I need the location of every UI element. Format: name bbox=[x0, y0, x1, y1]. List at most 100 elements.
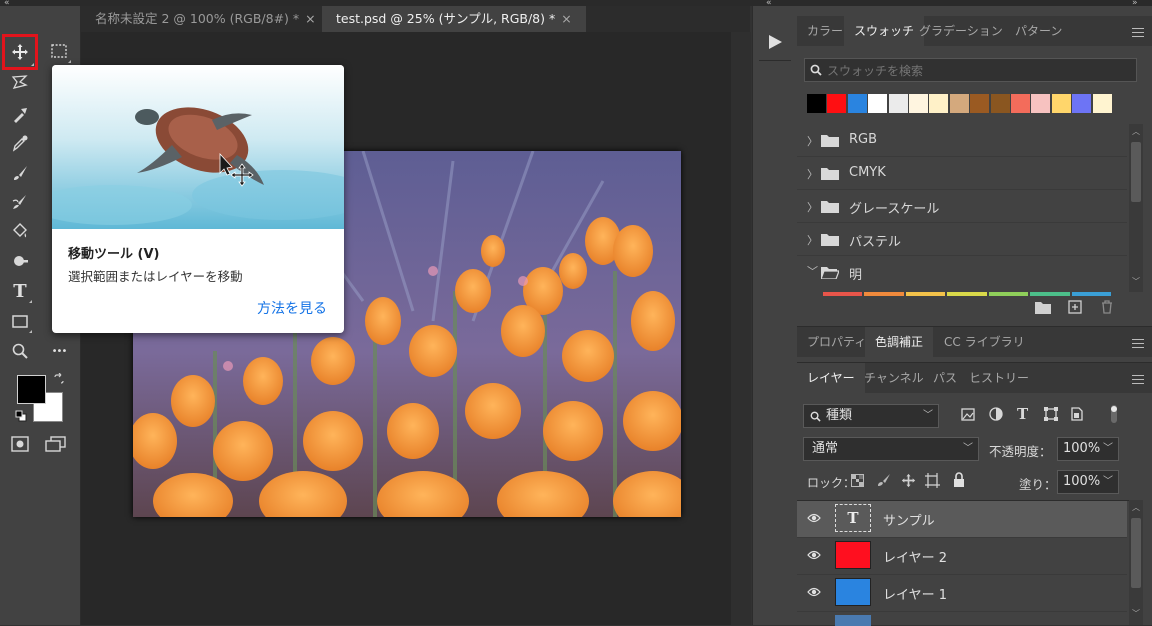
blend-mode-dropdown[interactable]: 通常 ﹀ bbox=[803, 437, 979, 461]
bright-swatch[interactable] bbox=[1030, 292, 1070, 296]
filter-pixel-icon[interactable] bbox=[961, 408, 975, 421]
opacity-field[interactable]: 100% ﹀ bbox=[1057, 437, 1119, 461]
color-swatch[interactable] bbox=[847, 94, 867, 113]
bright-swatch[interactable] bbox=[823, 292, 863, 296]
bright-swatch[interactable] bbox=[864, 292, 904, 296]
tab-close-icon[interactable]: × bbox=[305, 11, 315, 26]
rectangle-tool-button[interactable] bbox=[7, 308, 33, 334]
chevron-down-icon[interactable]: ﹀ bbox=[807, 263, 818, 279]
lock-position-icon[interactable] bbox=[901, 473, 916, 488]
eyedropper-tool-button[interactable] bbox=[7, 130, 33, 156]
tab-untitled-2[interactable]: 名称未設定 2 @ 100% (RGB/8#) * × bbox=[81, 6, 330, 32]
panel-menu-icon[interactable] bbox=[1132, 372, 1144, 387]
lock-all-icon[interactable] bbox=[953, 472, 965, 487]
canvas-scroll-gutter[interactable] bbox=[731, 32, 751, 625]
quick-select-tool-button[interactable] bbox=[7, 102, 33, 128]
scroll-down-icon[interactable]: ﹀ bbox=[1132, 276, 1140, 287]
swatch-search-input[interactable] bbox=[825, 60, 1129, 82]
new-swatch-icon[interactable] bbox=[1068, 300, 1082, 314]
filter-shape-icon[interactable] bbox=[1044, 407, 1058, 421]
dodge-tool-button[interactable] bbox=[7, 248, 33, 274]
color-swatch[interactable] bbox=[1051, 94, 1071, 113]
color-swatch[interactable] bbox=[888, 94, 908, 113]
panel-menu-icon[interactable] bbox=[1132, 336, 1144, 351]
tab-gradient[interactable]: グラデーション bbox=[909, 16, 1013, 46]
panel-menu-icon[interactable] bbox=[1132, 25, 1144, 40]
new-group-icon[interactable] bbox=[1035, 301, 1051, 314]
learn-how-link[interactable]: 方法を見る bbox=[257, 298, 327, 318]
filter-smart-object-icon[interactable] bbox=[1071, 407, 1083, 421]
chevron-right-icon[interactable]: 〉 bbox=[807, 232, 818, 248]
color-swatch[interactable] bbox=[970, 94, 990, 113]
paint-bucket-tool-button[interactable] bbox=[7, 218, 33, 244]
play-actions-icon[interactable] bbox=[766, 33, 784, 51]
color-swatch[interactable] bbox=[1072, 94, 1092, 113]
quick-mask-icon[interactable] bbox=[11, 436, 29, 452]
swap-colors-icon[interactable] bbox=[53, 373, 65, 385]
color-swatch[interactable] bbox=[1092, 94, 1112, 113]
foreground-color-swatch[interactable] bbox=[17, 375, 46, 404]
tab-test-psd[interactable]: test.psd @ 25% (サンプル, RGB/8) * × bbox=[322, 6, 586, 32]
tab-channels[interactable]: チャンネル bbox=[854, 363, 934, 393]
delete-swatch-icon[interactable] bbox=[1101, 300, 1113, 314]
color-swatch[interactable] bbox=[807, 94, 826, 113]
filter-toggle-icon[interactable] bbox=[1109, 404, 1119, 424]
lock-pixels-icon[interactable] bbox=[877, 473, 891, 487]
fill-field[interactable]: 100% ﹀ bbox=[1057, 470, 1119, 494]
bright-swatch[interactable] bbox=[1071, 292, 1111, 296]
scroll-up-icon[interactable]: ︿ bbox=[1132, 502, 1140, 513]
color-swatch[interactable] bbox=[1011, 94, 1030, 113]
text-tool-button[interactable]: T bbox=[7, 278, 33, 304]
tab-adjustments[interactable]: 色調補正 bbox=[865, 327, 934, 357]
default-colors-icon[interactable] bbox=[15, 410, 27, 422]
layer-row-background[interactable] bbox=[797, 612, 1127, 626]
stamp-tool-button[interactable] bbox=[7, 189, 33, 215]
move-tool-button[interactable] bbox=[2, 34, 38, 70]
visibility-eye-icon[interactable] bbox=[807, 550, 821, 560]
bright-swatch[interactable] bbox=[905, 292, 946, 296]
chevron-right-icon[interactable]: 〉 bbox=[807, 199, 818, 215]
color-swatch[interactable] bbox=[1031, 94, 1051, 113]
filter-type-icon[interactable]: T bbox=[1017, 405, 1028, 423]
layers-scrollbar[interactable]: ︿ ﹀ bbox=[1129, 500, 1143, 625]
swatch-search-field[interactable] bbox=[804, 58, 1137, 82]
tab-close-icon[interactable]: × bbox=[561, 11, 571, 26]
color-swatch[interactable] bbox=[909, 94, 928, 113]
lock-transparent-icon[interactable] bbox=[851, 474, 864, 487]
lasso-tool-button[interactable] bbox=[7, 69, 33, 95]
swatch-group-grayscale[interactable]: 〉 グレースケール bbox=[797, 190, 1127, 223]
chevron-right-icon[interactable]: 〉 bbox=[807, 166, 818, 182]
color-swatch[interactable] bbox=[929, 94, 949, 113]
bright-swatch[interactable] bbox=[947, 292, 987, 296]
more-tools-button[interactable]: ••• bbox=[46, 338, 72, 364]
chevron-right-icon[interactable]: 〉 bbox=[807, 133, 818, 149]
swatch-group-bright[interactable]: ﹀ 明 bbox=[797, 256, 1127, 288]
screen-mode-icon[interactable] bbox=[45, 436, 67, 452]
zoom-tool-button[interactable] bbox=[7, 338, 33, 364]
scroll-down-icon[interactable]: ﹀ bbox=[1132, 608, 1140, 619]
lock-artboard-icon[interactable] bbox=[925, 473, 940, 488]
tab-cc-libraries[interactable]: CC ライブラリ bbox=[934, 327, 1035, 357]
scroll-thumb[interactable] bbox=[1131, 142, 1141, 202]
brush-tool-button[interactable] bbox=[7, 160, 33, 186]
visibility-eye-icon[interactable] bbox=[807, 587, 821, 597]
swatches-scrollbar[interactable]: ︿ ﹀ bbox=[1129, 124, 1143, 292]
filter-adjustment-icon[interactable] bbox=[989, 407, 1003, 421]
layer-row-layer-2[interactable]: レイヤー 2 bbox=[797, 538, 1127, 575]
swatch-group-pastel[interactable]: 〉 パステル bbox=[797, 223, 1127, 256]
scroll-thumb[interactable] bbox=[1131, 518, 1141, 588]
color-swatch[interactable] bbox=[990, 94, 1010, 113]
visibility-eye-icon[interactable] bbox=[807, 513, 821, 523]
layer-row-sample[interactable]: T サンプル bbox=[797, 501, 1127, 538]
swatch-group-cmyk[interactable]: 〉 CMYK bbox=[797, 157, 1127, 190]
color-swatch[interactable] bbox=[949, 94, 969, 113]
layer-filter-dropdown[interactable]: 種類 ﹀ bbox=[803, 404, 939, 428]
marquee-tool-button[interactable] bbox=[46, 38, 72, 64]
color-swatch[interactable] bbox=[827, 94, 847, 113]
tab-pattern[interactable]: パターン bbox=[1005, 16, 1072, 46]
scroll-up-icon[interactable]: ︿ bbox=[1132, 126, 1140, 137]
color-swatch[interactable] bbox=[868, 94, 888, 113]
tab-history[interactable]: ヒストリー bbox=[959, 363, 1039, 393]
swatch-group-rgb[interactable]: 〉 RGB bbox=[797, 124, 1127, 157]
bright-swatch[interactable] bbox=[988, 292, 1029, 296]
